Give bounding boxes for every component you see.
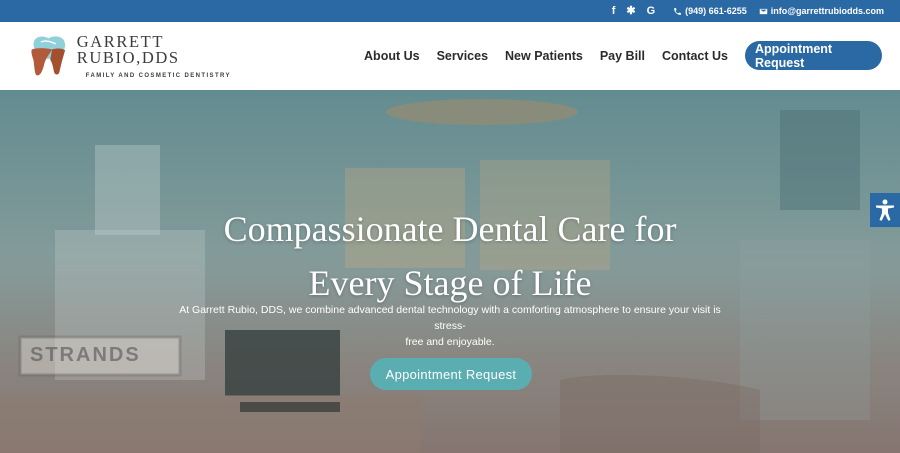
main-nav: About Us Services New Patients Pay Bill …	[364, 41, 882, 70]
site-logo[interactable]: GARRETT RUBIO,DDS FAMILY AND COSMETIC DE…	[28, 33, 258, 79]
hero-subtitle-line-2: free and enjoyable.	[405, 336, 495, 348]
site-header: GARRETT RUBIO,DDS FAMILY AND COSMETIC DE…	[0, 22, 900, 90]
hero-subtitle-line-1: At Garrett Rubio, DDS, we combine advanc…	[179, 304, 721, 332]
logo-name: GARRETT RUBIO,DDS	[76, 31, 180, 67]
yelp-icon[interactable]: ✱	[626, 5, 635, 17]
nav-about-us[interactable]: About Us	[364, 49, 420, 63]
phone-link[interactable]: (949) 661-6255	[673, 6, 747, 16]
nav-contact-us[interactable]: Contact Us	[662, 49, 728, 63]
header-appointment-button[interactable]: Appointment Request	[745, 41, 882, 70]
hero-appointment-button[interactable]: Appointment Request	[370, 358, 532, 390]
top-bar: f ✱ G (949) 661-6255 info@garrettrubiodd…	[0, 0, 900, 22]
nav-new-patients[interactable]: New Patients	[505, 49, 583, 63]
facebook-icon[interactable]: f	[612, 5, 616, 17]
hero-title-line-2: Every Stage of Life	[308, 263, 592, 303]
tooth-logo-icon	[31, 36, 66, 76]
hero-section: STRANDS Compassionate Dental Care for Ev…	[0, 90, 900, 453]
envelope-icon	[759, 8, 767, 14]
hero-subtitle: At Garrett Rubio, DDS, we combine advanc…	[165, 302, 735, 350]
strands-sign-text: STRANDS	[30, 344, 141, 366]
accessibility-icon	[876, 199, 894, 221]
google-icon[interactable]: G	[647, 5, 656, 17]
accessibility-button[interactable]	[870, 193, 900, 227]
social-links: f ✱ G	[612, 5, 656, 17]
email-address: info@garrettrubiodds.com	[770, 6, 884, 16]
nav-pay-bill[interactable]: Pay Bill	[600, 49, 645, 63]
hero-title-line-1: Compassionate Dental Care for	[223, 209, 677, 249]
logo-tagline: FAMILY AND COSMETIC DENTISTRY	[85, 72, 231, 79]
hero-title: Compassionate Dental Care for Every Stag…	[0, 202, 900, 310]
phone-icon	[674, 7, 682, 15]
phone-number: (949) 661-6255	[685, 6, 747, 16]
nav-services[interactable]: Services	[437, 49, 488, 63]
email-link[interactable]: info@garrettrubiodds.com	[759, 6, 884, 16]
